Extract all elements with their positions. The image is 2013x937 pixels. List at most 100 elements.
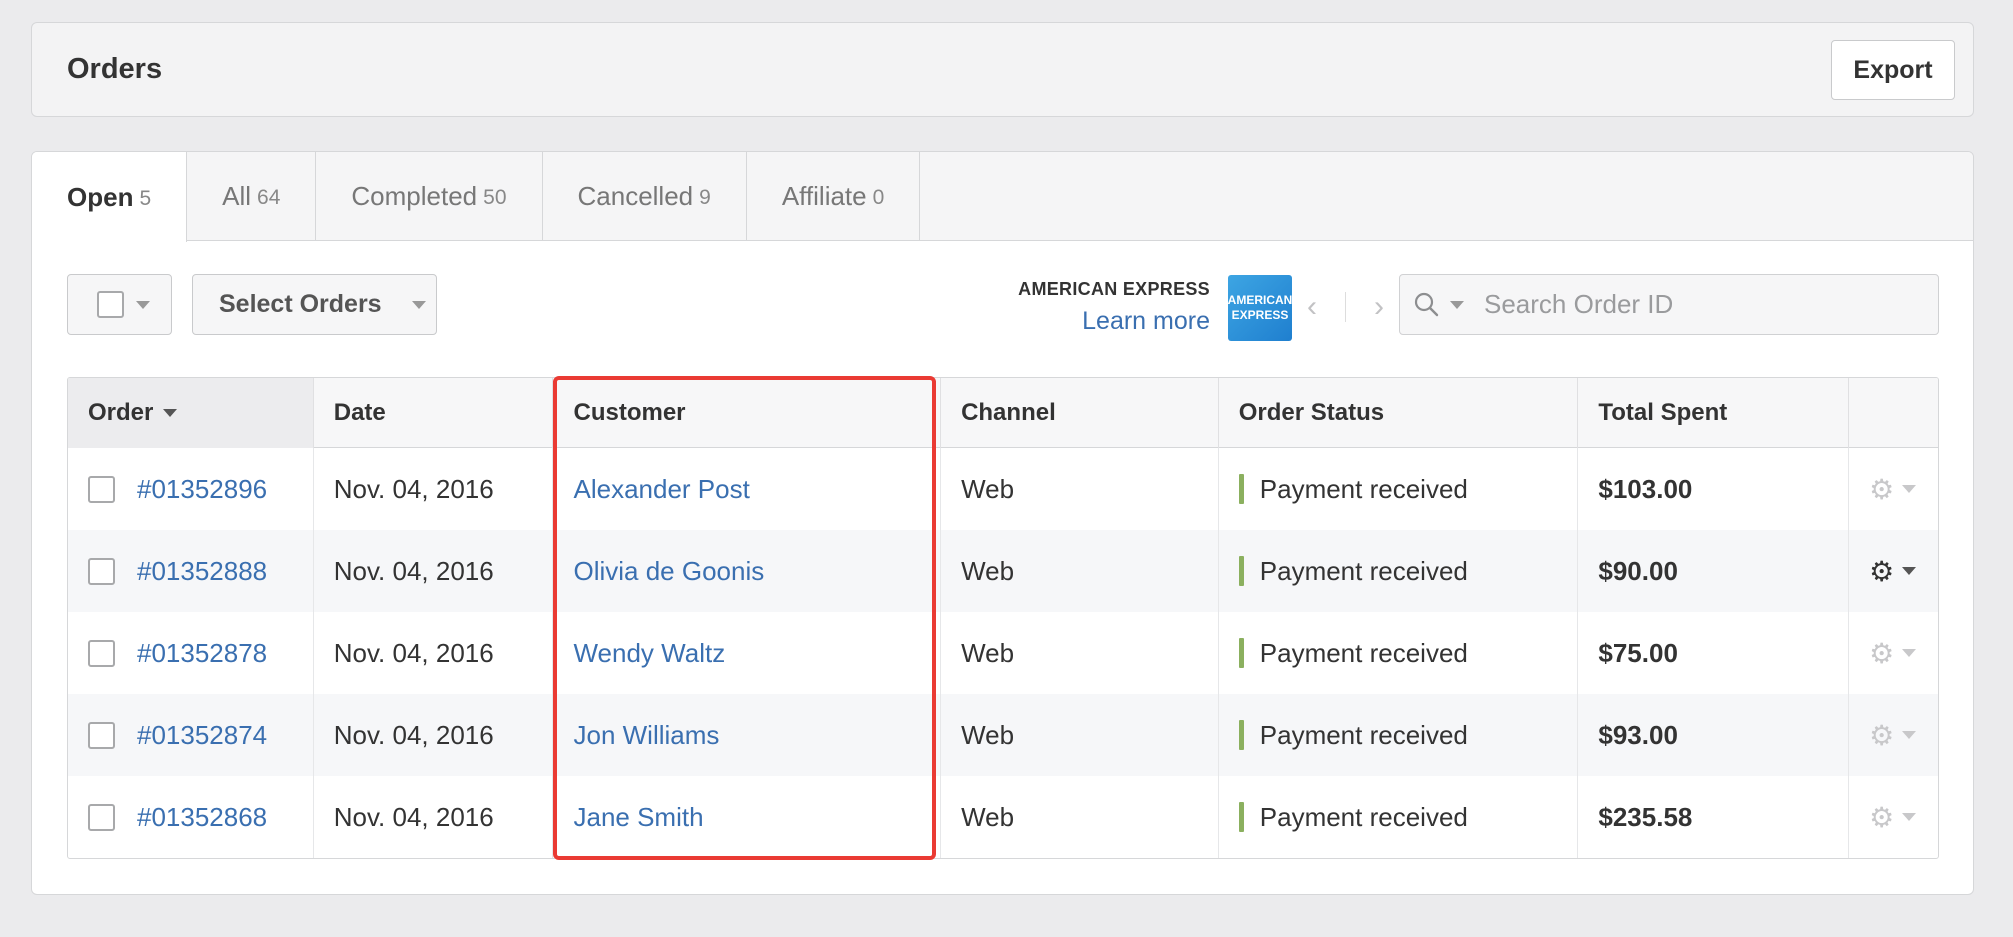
order-link[interactable]: #01352874: [137, 720, 267, 751]
tab-count: 0: [872, 186, 885, 209]
chevron-down-icon[interactable]: [1450, 300, 1464, 309]
order-cell: #01352874: [68, 694, 314, 776]
tab-open[interactable]: Open 5: [32, 152, 188, 242]
orders-table: Order Date Customer Channel Order Status…: [67, 377, 1939, 859]
row-actions-menu[interactable]: ⚙: [1869, 555, 1917, 588]
customer-link[interactable]: Olivia de Goonis: [573, 556, 764, 587]
status-cell: Payment received: [1219, 776, 1579, 858]
row-checkbox[interactable]: [88, 475, 115, 503]
total-cell: $103.00: [1578, 448, 1850, 530]
prev-page-icon[interactable]: ‹: [1307, 290, 1317, 324]
tab-cancelled[interactable]: Cancelled 9: [543, 152, 747, 241]
row-checkbox[interactable]: [88, 721, 115, 749]
row-actions-menu[interactable]: ⚙: [1869, 719, 1917, 752]
row-checkbox[interactable]: [88, 639, 115, 667]
customer-cell: Olivia de Goonis: [553, 530, 942, 612]
status-cell: Payment received: [1219, 530, 1579, 612]
tab-all[interactable]: All 64: [187, 152, 317, 241]
status-indicator: [1238, 556, 1244, 586]
order-link[interactable]: #01352868: [137, 802, 267, 833]
amex-title: AMERICAN EXPRESS: [1018, 279, 1210, 299]
channel-cell: Web: [941, 694, 1219, 776]
chevron-down-icon: [1902, 813, 1917, 821]
order-tabs: Open 5 All 64 Completed 50 Cancelled 9 A…: [32, 152, 1973, 242]
channel-cell: Web: [941, 776, 1219, 858]
total-cell: $235.58: [1578, 776, 1850, 858]
learn-more-link[interactable]: Learn more: [1082, 307, 1210, 336]
bulk-select-dropdown[interactable]: [67, 274, 172, 335]
customer-link[interactable]: Jane Smith: [573, 802, 703, 833]
column-header-channel[interactable]: Channel: [941, 378, 1219, 448]
total-cell: $75.00: [1578, 612, 1850, 694]
table-row: #01352878 Nov. 04, 2016 Wendy Waltz Web …: [68, 612, 1938, 694]
row-actions-menu[interactable]: ⚙: [1869, 637, 1917, 670]
channel-cell: Web: [941, 448, 1219, 530]
date-cell: Nov. 04, 2016: [314, 694, 554, 776]
row-actions-menu[interactable]: ⚙: [1869, 801, 1917, 834]
status-indicator: [1238, 638, 1244, 668]
order-link[interactable]: #01352888: [137, 556, 267, 587]
column-label: Order: [88, 399, 154, 426]
tab-count: 5: [139, 186, 152, 210]
column-header-order[interactable]: Order: [68, 378, 314, 448]
sort-down-icon: [163, 409, 178, 417]
customer-link[interactable]: Wendy Waltz: [573, 638, 725, 669]
status-cell: Payment received: [1219, 694, 1579, 776]
customer-link[interactable]: Jon Williams: [573, 720, 719, 751]
orders-header: Orders Export: [31, 22, 1974, 117]
tab-count: 9: [699, 186, 711, 209]
table-row: #01352896 Nov. 04, 2016 Alexander Post W…: [68, 448, 1938, 530]
search-icon[interactable]: [1414, 292, 1440, 318]
row-checkbox[interactable]: [88, 557, 115, 585]
select-orders-dropdown[interactable]: Select Orders: [192, 274, 437, 335]
gear-icon: ⚙: [1869, 473, 1895, 505]
date-cell: Nov. 04, 2016: [314, 776, 554, 858]
order-link[interactable]: #01352896: [137, 474, 267, 505]
row-actions-menu[interactable]: ⚙: [1869, 473, 1917, 506]
tab-affiliate[interactable]: Affiliate 0: [747, 152, 921, 241]
tab-label: Completed: [351, 181, 478, 211]
tab-label: Open: [67, 181, 134, 212]
status-text: Payment received: [1259, 719, 1468, 750]
gear-icon: ⚙: [1869, 555, 1895, 587]
customer-cell: Jon Williams: [553, 694, 942, 776]
customer-link[interactable]: Alexander Post: [573, 474, 749, 505]
table-row: #01352888 Nov. 04, 2016 Olivia de Goonis…: [68, 530, 1938, 612]
tab-label: Affiliate: [781, 181, 867, 211]
total-cell: $93.00: [1578, 694, 1850, 776]
chevron-down-icon: [1902, 485, 1917, 493]
column-header-order-status[interactable]: Order Status: [1219, 378, 1579, 448]
export-button[interactable]: Export: [1831, 40, 1955, 100]
customer-cell: Alexander Post: [553, 448, 942, 530]
order-cell: #01352888: [68, 530, 314, 612]
customer-cell: Jane Smith: [553, 776, 942, 858]
next-page-icon[interactable]: ›: [1374, 290, 1384, 324]
total-cell: $90.00: [1578, 530, 1850, 612]
tab-label: All: [222, 181, 252, 211]
tab-count: 50: [483, 186, 507, 209]
channel-cell: Web: [941, 530, 1219, 612]
status-indicator: [1238, 720, 1244, 750]
order-link[interactable]: #01352878: [137, 638, 267, 669]
amex-promo: AMERICAN EXPRESS Learn more AMERICAN EXP…: [992, 274, 1292, 344]
column-header-actions: [1849, 378, 1938, 448]
actions-cell: ⚙: [1849, 530, 1938, 612]
customer-cell: Wendy Waltz: [553, 612, 942, 694]
tab-count: 64: [257, 186, 281, 209]
select-all-checkbox[interactable]: [97, 291, 124, 318]
table-row: #01352874 Nov. 04, 2016 Jon Williams Web…: [68, 694, 1938, 776]
status-cell: Payment received: [1219, 448, 1579, 530]
actions-cell: ⚙: [1849, 776, 1938, 858]
column-header-customer[interactable]: Customer: [553, 378, 942, 448]
row-checkbox[interactable]: [88, 803, 115, 831]
actions-cell: ⚙: [1849, 448, 1938, 530]
chevron-down-icon: [136, 300, 150, 309]
search-input[interactable]: [1484, 289, 1924, 320]
search-box: [1399, 274, 1939, 335]
order-cell: #01352878: [68, 612, 314, 694]
tab-completed[interactable]: Completed 50: [316, 152, 543, 241]
status-indicator: [1238, 802, 1244, 832]
column-header-total-spent[interactable]: Total Spent: [1578, 378, 1850, 448]
status-text: Payment received: [1259, 801, 1468, 832]
column-header-date[interactable]: Date: [314, 378, 554, 448]
